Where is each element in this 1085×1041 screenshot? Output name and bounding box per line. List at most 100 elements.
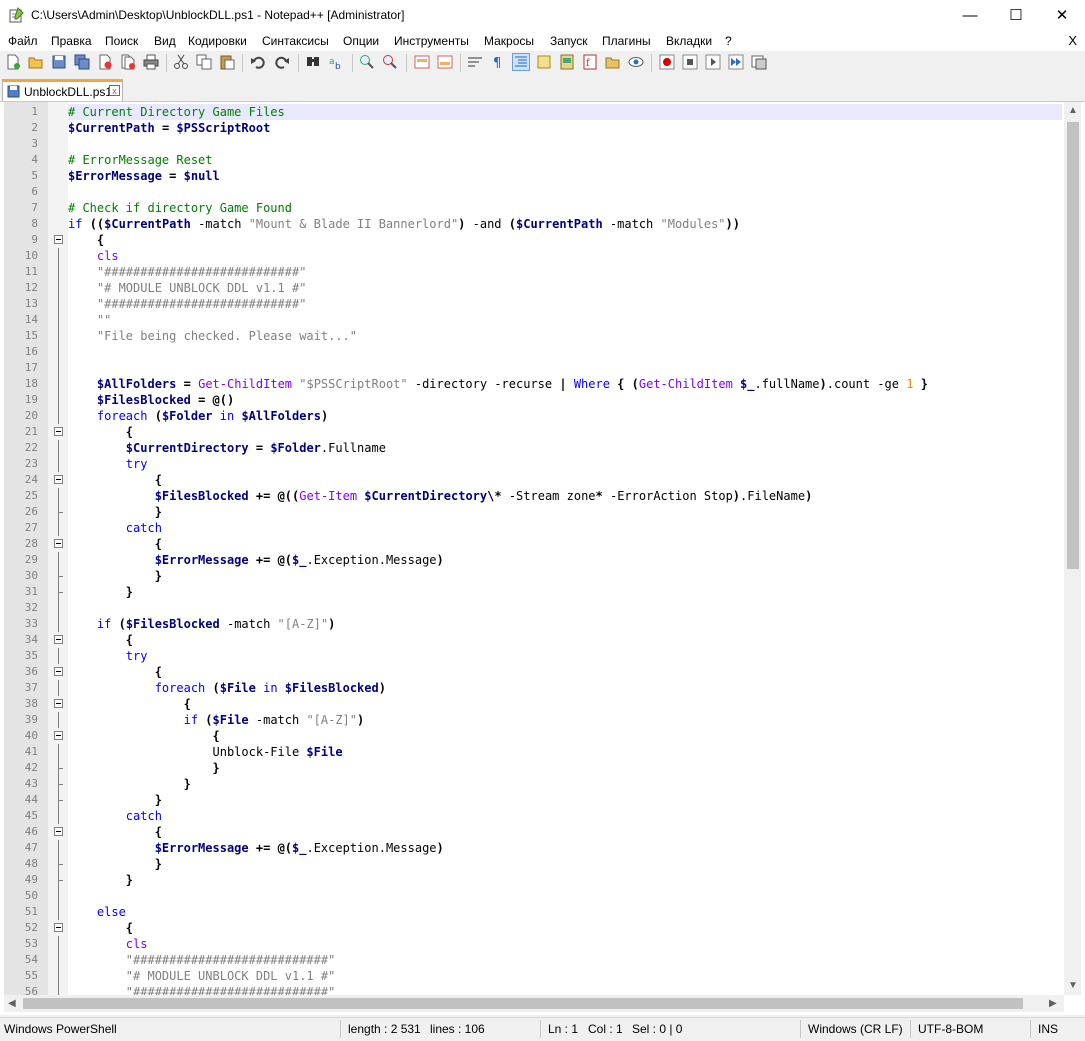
fold-collapse-icon[interactable] [54,427,63,436]
code-line[interactable]: { [68,536,162,552]
show-all-characters-icon[interactable]: ¶ [490,54,506,70]
fold-collapse-icon[interactable] [54,635,63,644]
copy-icon[interactable] [196,54,212,70]
tab-unblockdll[interactable]: UnblockDLL.ps1 x [2,79,123,101]
cut-icon[interactable] [173,54,189,70]
code-line[interactable]: } [68,760,220,776]
code-line[interactable]: catch [68,520,162,536]
document-map-icon[interactable] [559,54,575,70]
code-line[interactable]: foreach ($File in $FilesBlocked) [68,680,386,696]
horizontal-scroll-thumb[interactable] [23,998,1023,1009]
undo-icon[interactable] [250,54,266,70]
menu-tabs[interactable]: Вкладки [666,34,712,48]
paste-icon[interactable] [219,54,235,70]
sync-horizontal-scroll-icon[interactable] [437,54,453,70]
code-line[interactable]: "###########################" [68,296,307,312]
fold-collapse-icon[interactable] [54,731,63,740]
menu-edit[interactable]: Правка [51,34,92,48]
code-line[interactable]: $CurrentPath = $PSScriptRoot [68,120,270,136]
code-line[interactable]: { [68,232,104,248]
menu-search[interactable]: Поиск [105,34,138,48]
user-defined-language-icon[interactable] [536,54,552,70]
code-line[interactable]: catch [68,808,162,824]
code-line[interactable]: { [68,824,162,840]
code-line[interactable]: { [68,696,191,712]
code-line[interactable]: { [68,664,162,680]
code-line[interactable]: if ($FilesBlocked -match "[A-Z]") [68,616,335,632]
fold-collapse-icon[interactable] [54,475,63,484]
fold-collapse-icon[interactable] [54,667,63,676]
code-line[interactable]: $FilesBlocked += @((Get-Item $CurrentDir… [68,488,813,504]
code-line[interactable]: # Check if directory Game Found [68,200,292,216]
menu-tools[interactable]: Инструменты [394,34,469,48]
code-line[interactable]: "###########################" [68,264,307,280]
code-line[interactable]: { [68,920,133,936]
open-file-icon[interactable] [28,54,44,70]
scroll-right-icon[interactable]: ▶ [1049,998,1057,1009]
menu-macros[interactable]: Макросы [484,34,534,48]
menu-encoding[interactable]: Кодировки [188,34,247,48]
tab-close-icon[interactable]: x [109,85,120,96]
code-line[interactable]: { [68,424,133,440]
code-line[interactable]: "" [68,312,111,328]
save-all-icon[interactable] [74,54,90,70]
code-area[interactable]: # Current Directory Game Files $CurrentPa… [68,102,1062,995]
code-line[interactable]: } [68,568,162,584]
menu-plugins[interactable]: Плагины [602,34,651,48]
sync-vertical-scroll-icon[interactable] [414,54,430,70]
scroll-left-icon[interactable]: ◀ [8,998,16,1009]
folder-as-workspace-icon[interactable] [605,54,621,70]
close-all-icon[interactable] [120,54,136,70]
fold-collapse-icon[interactable] [54,923,63,932]
zoom-out-icon[interactable] [382,54,398,70]
fold-collapse-icon[interactable] [54,539,63,548]
run-macro-multiple-icon[interactable] [728,54,744,70]
close-file-icon[interactable] [97,54,113,70]
code-line[interactable]: $ErrorMessage += @($_.Exception.Message) [68,552,444,568]
code-line[interactable]: { [68,728,220,744]
menu-language[interactable]: Синтаксисы [262,34,329,48]
code-line[interactable]: # Current Directory Game Files [68,104,285,120]
code-line[interactable]: } [68,504,162,520]
close-button[interactable]: ✕ [1039,0,1085,31]
code-line[interactable]: cls [68,936,148,952]
code-line[interactable]: $ErrorMessage = $null [68,168,220,184]
code-line[interactable]: if ($File -match "[A-Z]") [68,712,365,728]
code-line[interactable]: { [68,472,162,488]
save-icon[interactable] [51,54,67,70]
scroll-down-icon[interactable]: ▼ [1068,980,1078,991]
code-line[interactable]: "###########################" [68,984,336,995]
editor[interactable]: 1 2 3 4 5 6 7 8 9 10 11 12 13 14 15 16 17 18 19 20 21 22 23 24 2… [0,102,1085,1015]
code-line[interactable]: { [68,632,133,648]
code-line[interactable]: $CurrentDirectory = $Folder.Fullname [68,440,386,456]
code-line[interactable]: try [68,648,148,664]
code-line[interactable]: "# MODULE UNBLOCK DDL v1.1 #" [68,280,307,296]
fold-collapse-icon[interactable] [54,699,63,708]
close-document-button[interactable]: X [1068,33,1077,48]
fold-collapse-icon[interactable] [54,827,63,836]
menu-view[interactable]: Вид [154,34,176,48]
minimize-button[interactable]: — [947,0,993,31]
record-macro-icon[interactable] [659,54,675,70]
code-line[interactable]: cls [68,248,119,264]
code-line[interactable]: } [68,856,162,872]
code-line[interactable]: foreach ($Folder in $AllFolders) [68,408,328,424]
code-line[interactable]: # ErrorMessage Reset [68,152,213,168]
code-line[interactable]: } [68,776,191,792]
save-macro-icon[interactable] [751,54,767,70]
menu-help[interactable]: ? [725,34,732,48]
find-icon[interactable] [305,54,321,70]
code-line[interactable]: $FilesBlocked = @() [68,392,234,408]
code-line[interactable]: $AllFolders = Get-ChildItem "$PSSCriptRo… [68,376,928,392]
fold-margin[interactable] [48,102,68,995]
stop-recording-icon[interactable] [682,54,698,70]
code-line[interactable]: try [68,456,148,472]
menu-settings[interactable]: Опции [343,34,379,48]
new-file-icon[interactable] [5,54,21,70]
vertical-scroll-thumb[interactable] [1067,122,1079,569]
playback-macro-icon[interactable] [705,54,721,70]
code-line[interactable]: } [68,792,162,808]
code-line[interactable]: else [68,904,126,920]
code-line[interactable]: "# MODULE UNBLOCK DDL v1.1 #" [68,968,336,984]
scroll-up-icon[interactable]: ▲ [1068,105,1078,116]
